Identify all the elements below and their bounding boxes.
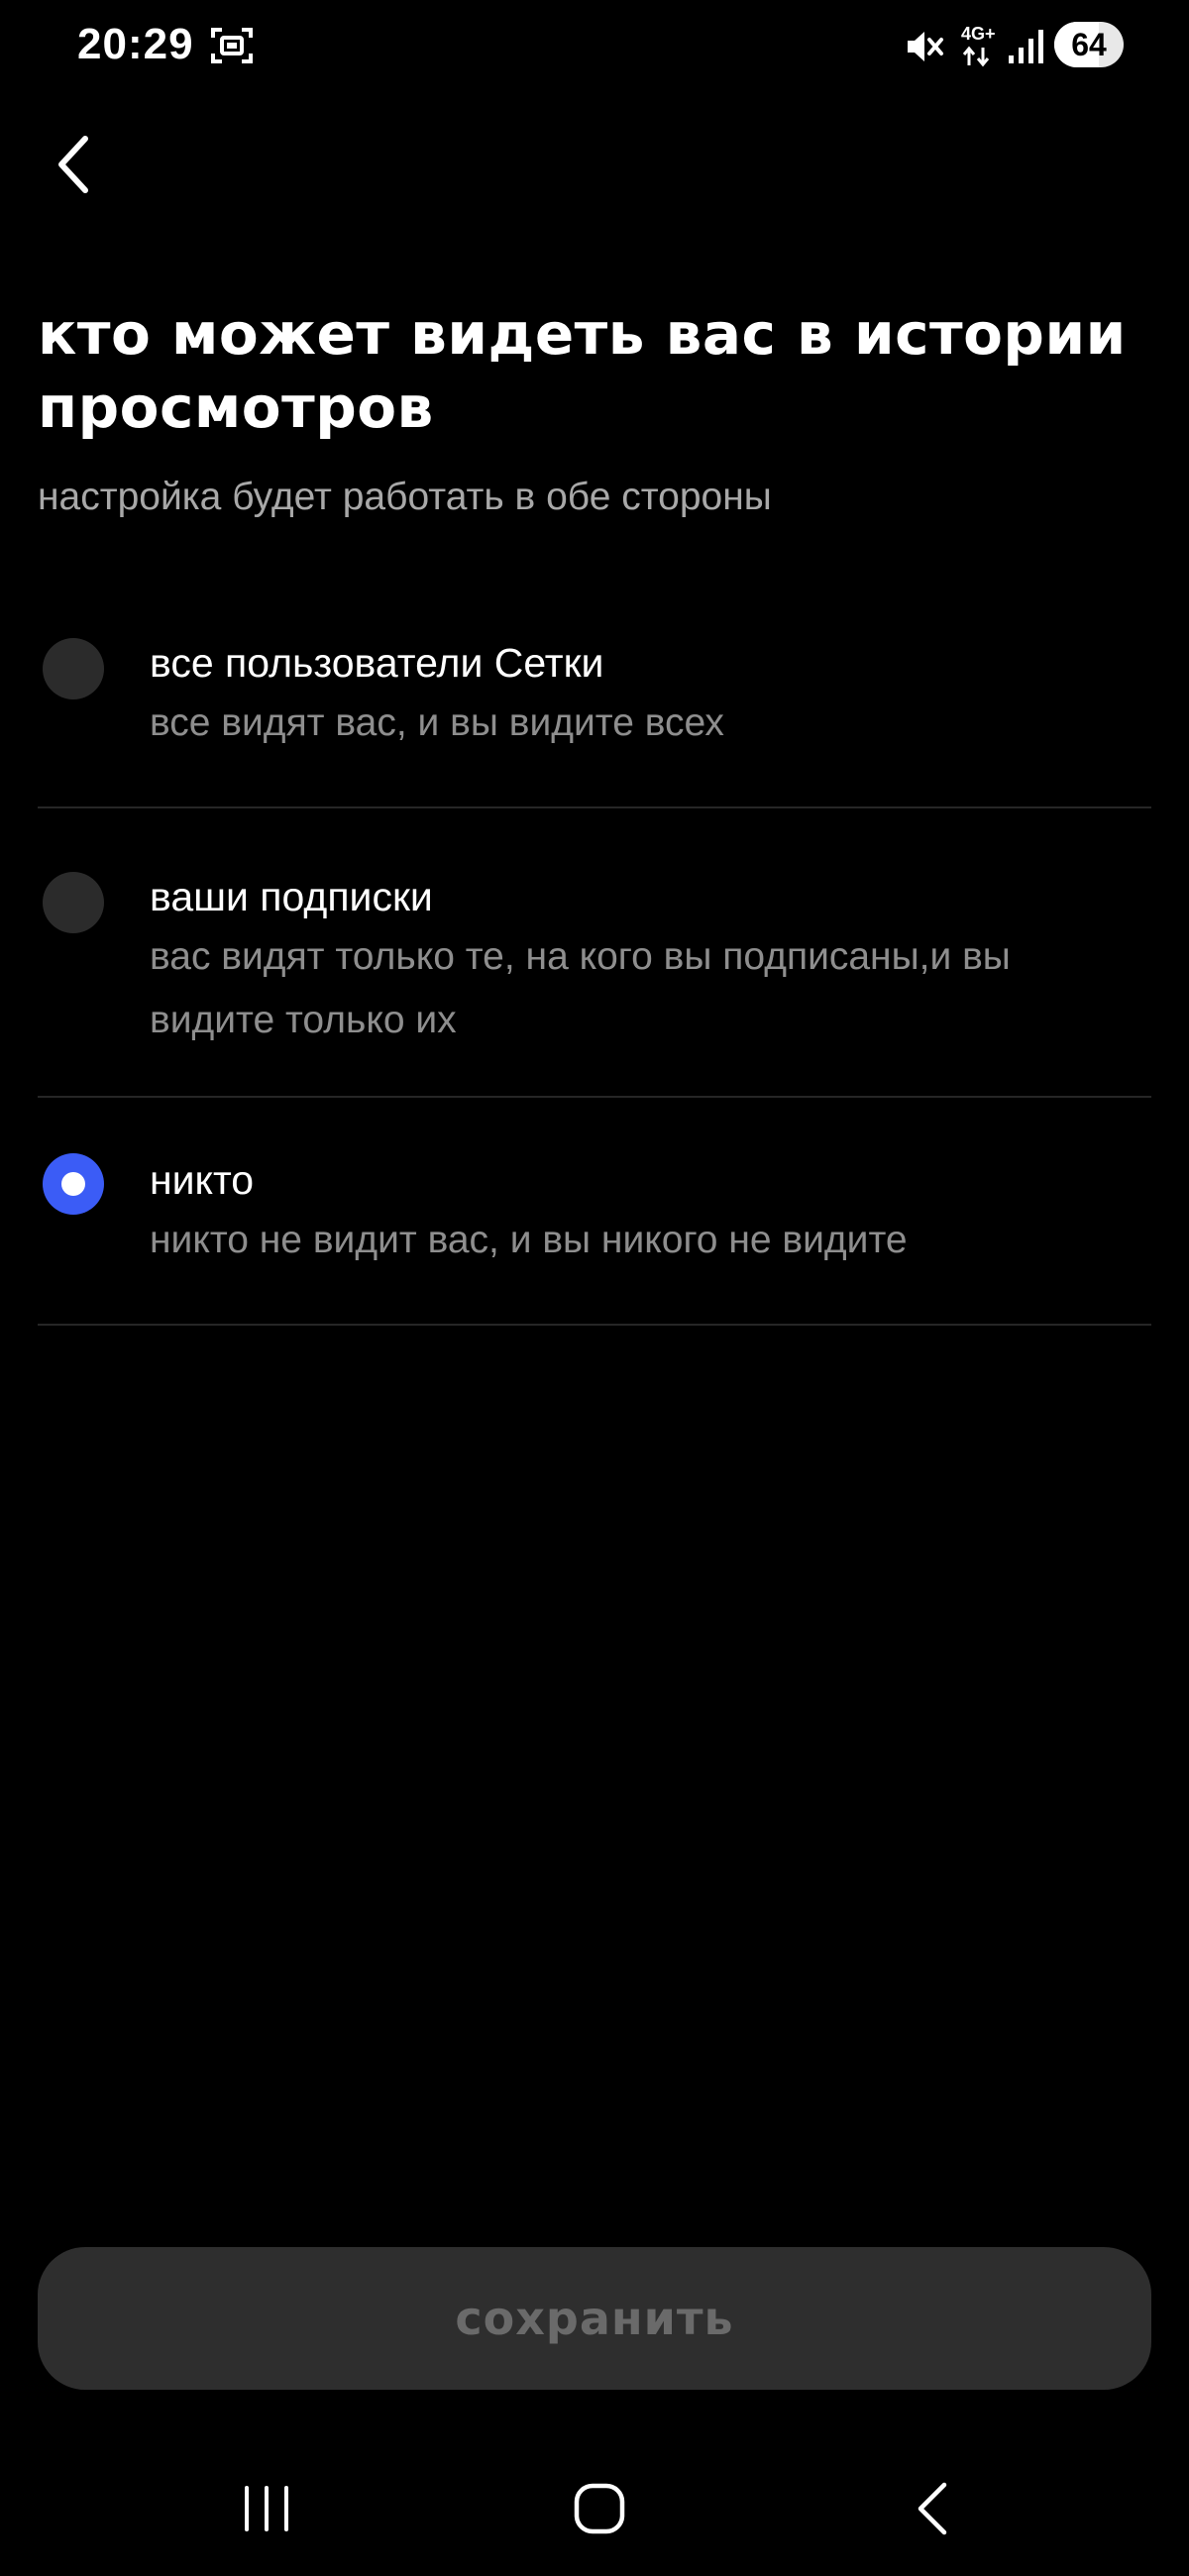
home-icon — [574, 2483, 625, 2534]
back-button[interactable] — [34, 125, 113, 204]
option-title: ваши подписки — [150, 874, 433, 919]
screenshot-icon — [211, 28, 253, 63]
radio-button-selected[interactable] — [43, 1153, 104, 1215]
signal-icon — [1009, 30, 1043, 63]
option-all-users[interactable]: все пользователи Сетки все видят вас, и … — [38, 604, 1151, 808]
home-button[interactable] — [555, 2469, 644, 2548]
navigation-bar — [0, 2447, 1189, 2576]
option-text: никто никто не видит вас, и вы никого не… — [150, 1151, 1140, 1272]
visibility-options-list: все пользователи Сетки все видят вас, и … — [38, 604, 1151, 1326]
network-icon — [962, 46, 990, 67]
system-back-button[interactable] — [888, 2469, 977, 2548]
recents-icon — [245, 2486, 288, 2531]
option-description: все видят вас, и вы видите всех — [150, 701, 724, 744]
recents-button[interactable] — [222, 2469, 311, 2548]
mute-icon — [908, 32, 943, 61]
status-time: 20:29 — [77, 20, 194, 68]
option-title: никто — [150, 1157, 255, 1203]
option-text: ваши подписки вас видят только те, на ко… — [150, 868, 1140, 1052]
battery-indicator: 64 — [1054, 22, 1124, 67]
status-bar: 20:29 4G+ 64 — [0, 0, 1189, 95]
radio-button[interactable] — [43, 872, 104, 933]
back-icon — [918, 2482, 947, 2535]
option-text: все пользователи Сетки все видят вас, и … — [150, 634, 1140, 755]
page-subtitle: настройка будет работать в обе стороны — [38, 476, 772, 518]
radio-button[interactable] — [43, 638, 104, 699]
save-button[interactable]: сохранить — [38, 2247, 1151, 2390]
option-subscriptions[interactable]: ваши подписки вас видят только те, на ко… — [38, 808, 1151, 1098]
option-title: все пользователи Сетки — [150, 640, 604, 686]
option-nobody[interactable]: никто никто не видит вас, и вы никого не… — [38, 1098, 1151, 1326]
option-description: никто не видит вас, и вы никого не видит… — [150, 1219, 908, 1261]
chevron-left-icon — [58, 136, 88, 193]
page-title: кто может видеть вас в истории просмотро… — [38, 300, 1127, 441]
option-description: вас видят только те, на кого вы подписан… — [150, 935, 1011, 1041]
battery-level: 64 — [1071, 26, 1107, 62]
save-button-label: сохранить — [455, 2292, 734, 2345]
